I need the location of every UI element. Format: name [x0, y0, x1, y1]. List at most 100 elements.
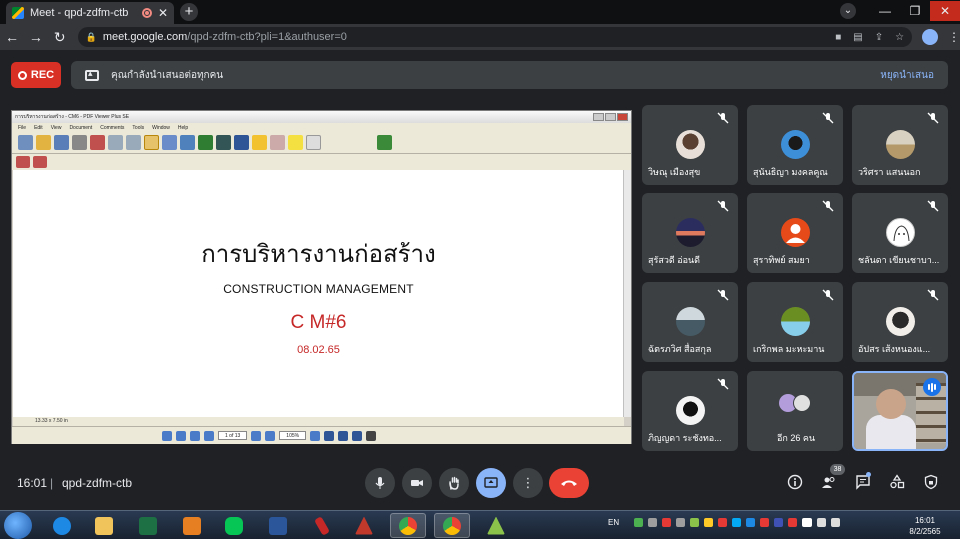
triangle-tool-icon[interactable]: [377, 135, 392, 150]
camera-button[interactable]: [402, 468, 432, 498]
participant-tile[interactable]: ฉัตรภวิศ สื่อสกุล: [642, 282, 738, 362]
meeting-details-button[interactable]: [786, 474, 804, 492]
taskbar-line[interactable]: [216, 513, 252, 538]
participant-tile[interactable]: อัปสร เส้งหนองแ...: [852, 282, 948, 362]
rect-tool-icon[interactable]: [234, 135, 249, 150]
continuous-icon[interactable]: [338, 430, 349, 441]
profile-avatar[interactable]: [922, 29, 938, 45]
more-participants-tile[interactable]: อีก 26 คน: [747, 371, 843, 451]
open-folder-icon[interactable]: [36, 135, 51, 150]
pdf-menu-document[interactable]: Document: [69, 125, 92, 131]
markup-icon[interactable]: [16, 156, 30, 168]
pdf-menu-window[interactable]: Window: [152, 125, 170, 131]
pdf-menu-comments[interactable]: Comments: [100, 125, 124, 131]
participant-tile[interactable]: สุรัสวดี อ่อนดี: [642, 193, 738, 273]
participant-tile[interactable]: ชลันดา เขียนชาบา...: [852, 193, 948, 273]
new-doc-icon[interactable]: [18, 135, 33, 150]
tab-close-icon[interactable]: ✕: [158, 6, 168, 20]
pdf-menu-tools[interactable]: Tools: [132, 125, 144, 131]
minimize-icon[interactable]: —: [870, 4, 900, 18]
zoom-field[interactable]: 105%: [279, 431, 307, 440]
grid-view-icon[interactable]: [366, 430, 377, 441]
tray-app-icon[interactable]: [788, 518, 798, 527]
share-icon[interactable]: ⇪: [875, 32, 883, 43]
rotate-right-icon[interactable]: [176, 430, 186, 441]
new-tab-button[interactable]: +: [180, 3, 198, 21]
taskbar-pdf-viewer[interactable]: [478, 513, 514, 538]
tray-app-icon[interactable]: [718, 518, 728, 527]
select-text-icon[interactable]: [162, 135, 177, 150]
pdf-menu-file[interactable]: File: [18, 125, 26, 131]
translate-icon[interactable]: ▤: [853, 32, 862, 43]
bookmark-star-icon[interactable]: ☆: [895, 32, 904, 43]
tray-app-icon[interactable]: [648, 518, 658, 527]
taskbar-paint[interactable]: [304, 513, 340, 538]
email-icon[interactable]: [90, 135, 105, 150]
tray-app-icon[interactable]: [690, 518, 700, 527]
print-icon[interactable]: [72, 135, 87, 150]
taskbar-chrome-2[interactable]: [434, 513, 470, 538]
pdf-menu-edit[interactable]: Edit: [34, 125, 43, 131]
flag-icon[interactable]: [817, 518, 827, 527]
save-icon[interactable]: [54, 135, 69, 150]
tray-app-icon[interactable]: [634, 518, 644, 527]
first-page-icon[interactable]: [190, 430, 200, 441]
hand-tool-icon[interactable]: [144, 135, 159, 150]
recording-button[interactable]: REC: [11, 62, 61, 88]
tray-app-icon[interactable]: [760, 518, 770, 527]
next-page-icon[interactable]: [251, 430, 262, 441]
present-now-button[interactable]: [476, 468, 506, 498]
raise-hand-button[interactable]: [439, 468, 469, 498]
tray-app-icon[interactable]: [676, 518, 686, 527]
windows-start-icon[interactable]: [4, 512, 32, 539]
taskbar-chrome-1[interactable]: [390, 513, 426, 538]
tray-app-icon[interactable]: [746, 518, 756, 527]
taskbar-word[interactable]: [260, 513, 296, 538]
zoom-in-icon[interactable]: [310, 430, 321, 441]
browser-tab[interactable]: Meet - qpd-zdfm-ctb ✕: [6, 2, 174, 24]
rotate-left-icon[interactable]: [162, 430, 172, 441]
microphone-button[interactable]: [365, 468, 395, 498]
more-options-button[interactable]: ⋮: [513, 468, 543, 498]
pdf-menu-view[interactable]: View: [51, 125, 62, 131]
taskbar-file-explorer[interactable]: [86, 513, 122, 538]
participant-tile[interactable]: ภิญญดา ระชังทอ...: [642, 371, 738, 451]
people-button[interactable]: [820, 474, 838, 492]
language-indicator[interactable]: EN: [608, 518, 619, 527]
participant-tile[interactable]: สุราทิพย์ สมยา: [747, 193, 843, 273]
single-page-icon[interactable]: [324, 430, 335, 441]
pdf-vertical-scrollbar[interactable]: [623, 170, 631, 417]
crop-icon[interactable]: [198, 135, 213, 150]
system-clock[interactable]: 16:01 8/2/2565: [900, 515, 950, 537]
window-close-icon[interactable]: ✕: [930, 1, 960, 21]
redo-icon[interactable]: [126, 135, 141, 150]
undo-icon[interactable]: [108, 135, 123, 150]
cursor-icon[interactable]: [216, 135, 231, 150]
stop-presenting-button[interactable]: หยุดนำเสนอ: [880, 68, 934, 83]
activities-button[interactable]: [888, 474, 906, 492]
forward-arrow-icon[interactable]: →: [24, 29, 48, 45]
back-arrow-icon[interactable]: ←: [0, 29, 24, 45]
signal-icon[interactable]: [802, 518, 813, 527]
facing-icon[interactable]: [352, 430, 363, 441]
taskbar-internet-explorer[interactable]: [44, 513, 80, 538]
pencil-icon[interactable]: [306, 135, 321, 150]
bluetooth-icon[interactable]: [774, 518, 784, 527]
highlight-icon[interactable]: [288, 135, 303, 150]
snapshot-icon[interactable]: [180, 135, 195, 150]
address-bar[interactable]: 🔒 meet.google.com /qpd-zdfm-ctb?pli=1&au…: [77, 27, 913, 47]
camera-permission-icon[interactable]: ■: [835, 32, 841, 43]
zoom-out-icon[interactable]: [265, 430, 276, 441]
tray-app-icon[interactable]: [704, 518, 714, 527]
tray-app-icon[interactable]: [732, 518, 742, 527]
stamp-icon[interactable]: [270, 135, 285, 150]
export-icon[interactable]: [33, 156, 47, 168]
participant-tile[interactable]: วริศรา แสนนอก: [852, 105, 948, 185]
volume-icon[interactable]: [831, 518, 841, 527]
tab-search-chevron-icon[interactable]: ⌄: [840, 3, 856, 19]
page-indicator[interactable]: 1 of 13: [218, 431, 248, 440]
taskbar-excel[interactable]: [130, 513, 166, 538]
self-view-tile[interactable]: [852, 371, 948, 451]
tray-app-icon[interactable]: [662, 518, 672, 527]
participant-tile[interactable]: เกริกพล มะหะมาน: [747, 282, 843, 362]
